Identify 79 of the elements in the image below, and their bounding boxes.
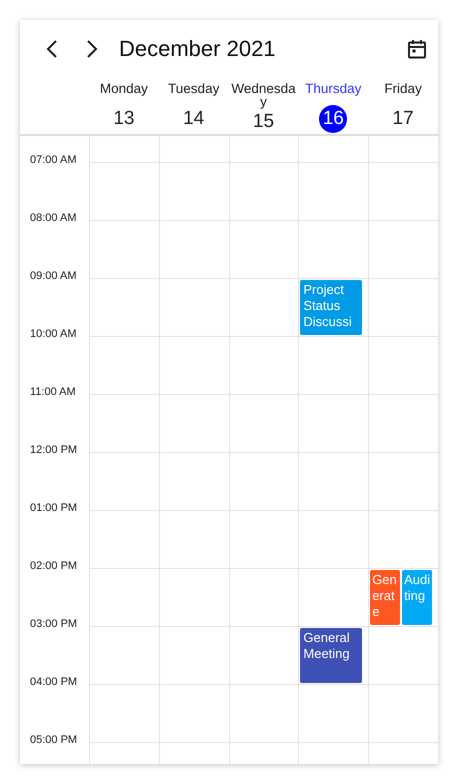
- time-slot[interactable]: [298, 220, 368, 278]
- time-slot[interactable]: [368, 626, 438, 684]
- time-label: 05:00 PM: [30, 734, 78, 746]
- time-slot[interactable]: [89, 626, 159, 684]
- time-slot[interactable]: [298, 394, 368, 452]
- time-slot[interactable]: [228, 684, 298, 742]
- calendar-icon[interactable]: [407, 39, 427, 59]
- time-label: 07:00 AM: [30, 154, 76, 166]
- day-name: Friday: [383, 82, 423, 95]
- time-slot[interactable]: [368, 684, 438, 742]
- appointment[interactable]: General Meeting: [300, 628, 362, 683]
- day-header[interactable]: Friday 17: [368, 78, 438, 134]
- time-slot[interactable]: [89, 278, 159, 336]
- time-slot[interactable]: [228, 626, 298, 684]
- day-name: Monday: [98, 82, 149, 95]
- time-slot[interactable]: [158, 220, 229, 278]
- time-slot[interactable]: [368, 336, 438, 394]
- day-date: 13: [112, 107, 136, 131]
- time-slot[interactable]: [228, 162, 298, 220]
- day-date: 17: [392, 107, 415, 131]
- time-slot[interactable]: General Meeting: [298, 626, 368, 684]
- day-header[interactable]: Thursday 16: [298, 78, 368, 134]
- day-header[interactable]: Wednesday 15: [228, 78, 298, 134]
- day-name: Thursday: [304, 82, 362, 95]
- day-header[interactable]: Monday 13: [89, 78, 159, 134]
- day-date: 16: [319, 105, 348, 133]
- time-label: 10:00 AM: [30, 328, 76, 340]
- time-label: 11:00 AM: [30, 386, 76, 398]
- time-slot[interactable]: [298, 452, 368, 510]
- time-slot[interactable]: [368, 452, 438, 510]
- time-slot[interactable]: [298, 568, 368, 626]
- time-label: 08:00 AM: [30, 212, 76, 224]
- time-slot[interactable]: [89, 336, 159, 394]
- time-slot[interactable]: [228, 394, 298, 452]
- time-slot[interactable]: [228, 220, 298, 278]
- time-slot[interactable]: [158, 162, 229, 220]
- time-slot[interactable]: [368, 394, 438, 452]
- time-slot[interactable]: [158, 510, 229, 568]
- time-slot[interactable]: [158, 626, 229, 684]
- time-slot[interactable]: [228, 336, 298, 394]
- time-slot[interactable]: [158, 452, 229, 510]
- month-title[interactable]: December 2021: [119, 36, 407, 62]
- time-slot[interactable]: [228, 568, 298, 626]
- time-slot[interactable]: [89, 452, 159, 510]
- time-slot[interactable]: [298, 510, 368, 568]
- time-slot[interactable]: [89, 220, 159, 278]
- time-slot[interactable]: [158, 684, 229, 742]
- time-label: 12:00 PM: [30, 444, 78, 456]
- time-slot[interactable]: [228, 510, 298, 568]
- time-label: 09:00 AM: [30, 270, 76, 282]
- time-slot[interactable]: [158, 278, 229, 336]
- day-name: Tuesday: [167, 82, 220, 95]
- time-slot[interactable]: [368, 220, 438, 278]
- day-header[interactable]: Tuesday 14: [158, 78, 229, 134]
- day-name: Wednesday: [230, 82, 296, 108]
- day-date: 14: [182, 107, 206, 131]
- time-label: 02:00 PM: [30, 560, 78, 572]
- time-slot[interactable]: [228, 452, 298, 510]
- time-slot[interactable]: [228, 278, 298, 336]
- time-slot[interactable]: [368, 510, 438, 568]
- time-slot[interactable]: [298, 336, 368, 394]
- time-slot[interactable]: [89, 162, 159, 220]
- time-slot[interactable]: [298, 162, 368, 220]
- chevron-right-icon: [86, 40, 98, 58]
- time-slot[interactable]: [89, 568, 159, 626]
- time-slot[interactable]: [368, 278, 438, 336]
- time-slot[interactable]: [89, 394, 159, 452]
- time-slot[interactable]: [158, 568, 229, 626]
- time-label: 01:00 PM: [30, 502, 78, 514]
- time-slot[interactable]: [158, 394, 229, 452]
- time-slot[interactable]: [89, 684, 159, 742]
- chevron-left-icon: [46, 40, 58, 58]
- time-label: 03:00 PM: [30, 618, 78, 630]
- time-label: 04:00 PM: [30, 676, 78, 688]
- time-slot[interactable]: [89, 510, 159, 568]
- time-slot[interactable]: [158, 336, 229, 394]
- day-date: 15: [252, 110, 276, 134]
- time-slot[interactable]: [368, 162, 438, 220]
- time-slot[interactable]: [298, 684, 368, 742]
